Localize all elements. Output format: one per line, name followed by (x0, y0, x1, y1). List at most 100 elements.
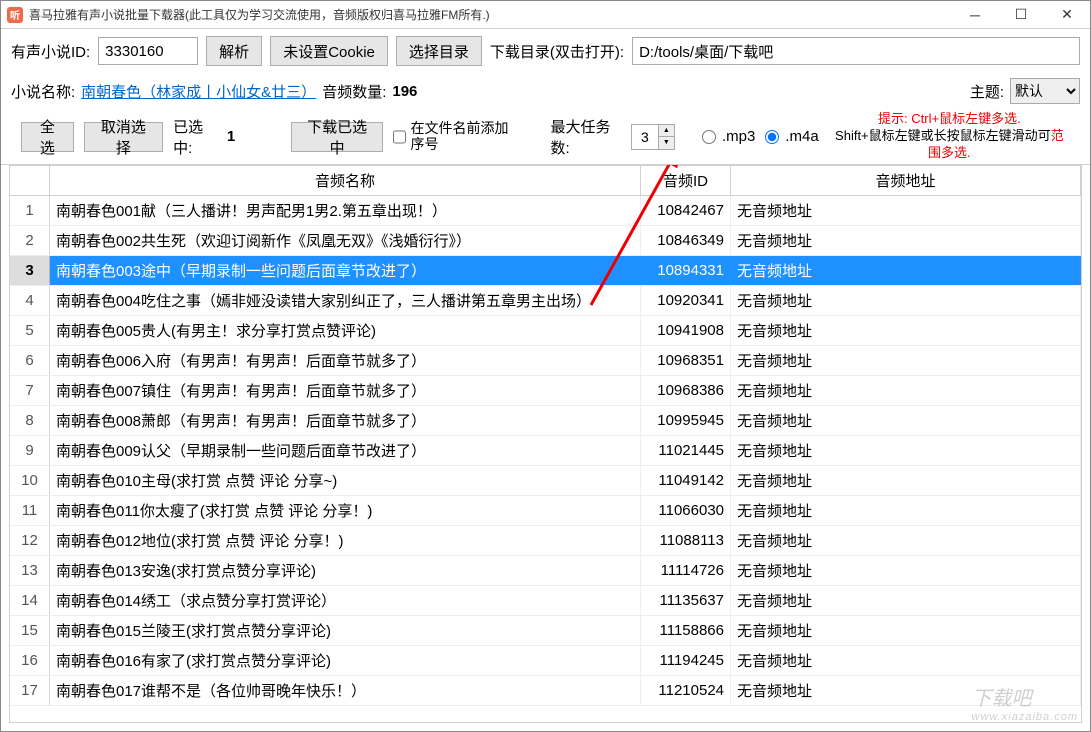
row-index: 17 (10, 676, 50, 705)
row-audio-url: 无音频地址 (731, 226, 1081, 255)
max-tasks-input[interactable] (632, 125, 658, 149)
row-audio-url: 无音频地址 (731, 496, 1081, 525)
row-index: 13 (10, 556, 50, 585)
maximize-button[interactable]: ☐ (998, 1, 1044, 28)
m4a-radio-input[interactable] (765, 130, 779, 144)
row-index: 4 (10, 286, 50, 315)
table-row[interactable]: 9南朝春色009认父（早期录制一些问题后面章节改进了）11021445无音频地址 (10, 436, 1081, 466)
table-row[interactable]: 7南朝春色007镇住（有男声！有男声！后面章节就多了）10968386无音频地址 (10, 376, 1081, 406)
row-audio-url: 无音频地址 (731, 376, 1081, 405)
app-icon: 听 (7, 7, 23, 23)
row-audio-name: 南朝春色004吃住之事（嫣非娅没读错大家别纠正了，三人播讲第五章男主出场） (50, 286, 641, 315)
row-audio-id: 11114726 (641, 556, 731, 585)
novel-id-input[interactable] (98, 37, 198, 65)
table-row[interactable]: 14南朝春色014绣工（求点赞分享打赏评论）11135637无音频地址 (10, 586, 1081, 616)
window-title: 喜马拉雅有声小说批量下载器(此工具仅为学习交流使用，音频版权归喜马拉雅FM所有.… (29, 6, 952, 23)
row-index: 2 (10, 226, 50, 255)
row-audio-id: 11049142 (641, 466, 731, 495)
row-audio-id: 10968386 (641, 376, 731, 405)
row-index: 8 (10, 406, 50, 435)
row-audio-id: 11210524 (641, 676, 731, 705)
theme-select[interactable]: 默认 (1010, 78, 1080, 104)
table-row[interactable]: 4南朝春色004吃住之事（嫣非娅没读错大家别纠正了，三人播讲第五章男主出场）10… (10, 286, 1081, 316)
row-audio-name: 南朝春色015兰陵王(求打赏点赞分享评论) (50, 616, 641, 645)
table-header: 音频名称 音频ID 音频地址 (10, 166, 1081, 196)
download-dir-label: 下载目录(双击打开): (490, 41, 624, 62)
table-row[interactable]: 3南朝春色003途中（早期录制一些问题后面章节改进了）10894331无音频地址 (10, 256, 1081, 286)
table-row[interactable]: 5南朝春色005贵人(有男主！求分享打赏点赞评论)10941908无音频地址 (10, 316, 1081, 346)
cookie-button[interactable]: 未设置Cookie (270, 36, 388, 66)
row-audio-name: 南朝春色016有家了(求打赏点赞分享评论) (50, 646, 641, 675)
row-audio-url: 无音频地址 (731, 286, 1081, 315)
table-row[interactable]: 1南朝春色001献（三人播讲！男声配男1男2.第五章出现！）10842467无音… (10, 196, 1081, 226)
parse-button[interactable]: 解析 (206, 36, 262, 66)
row-audio-url: 无音频地址 (731, 646, 1081, 675)
row-audio-name: 南朝春色013安逸(求打赏点赞分享评论) (50, 556, 641, 585)
mp3-label: .mp3 (722, 128, 755, 145)
table-row[interactable]: 13南朝春色013安逸(求打赏点赞分享评论)11114726无音频地址 (10, 556, 1081, 586)
row-audio-url: 无音频地址 (731, 466, 1081, 495)
table-body[interactable]: 1南朝春色001献（三人播讲！男声配男1男2.第五章出现！）10842467无音… (10, 196, 1081, 722)
deselect-button[interactable]: 取消选择 (84, 122, 163, 152)
select-all-button[interactable]: 全选 (21, 122, 74, 152)
row-index: 15 (10, 616, 50, 645)
col-audio-name[interactable]: 音频名称 (50, 166, 641, 195)
row-audio-name: 南朝春色014绣工（求点赞分享打赏评论） (50, 586, 641, 615)
row-index: 9 (10, 436, 50, 465)
mp3-radio-input[interactable] (702, 130, 716, 144)
novel-title-link[interactable]: 南朝春色（林家成丨小仙女&廿三） (81, 81, 316, 102)
table-row[interactable]: 11南朝春色011你太瘦了(求打赏 点赞 评论 分享！)11066030无音频地… (10, 496, 1081, 526)
prepend-seq-label: 在文件名前添加序号 (410, 121, 521, 152)
row-audio-url: 无音频地址 (731, 316, 1081, 345)
row-audio-name: 南朝春色017谁帮不是（各位帅哥晚年快乐！） (50, 676, 641, 705)
close-button[interactable]: ✕ (1044, 1, 1090, 28)
row-audio-name: 南朝春色005贵人(有男主！求分享打赏点赞评论) (50, 316, 641, 345)
max-tasks-spinner[interactable]: ▲ ▼ (631, 124, 675, 150)
table-row[interactable]: 6南朝春色006入府（有男声！有男声！后面章节就多了）10968351无音频地址 (10, 346, 1081, 376)
prepend-seq-input[interactable] (393, 130, 406, 144)
format-m4a-radio[interactable]: .m4a (765, 128, 818, 145)
audio-count-value: 196 (392, 83, 417, 100)
row-index: 11 (10, 496, 50, 525)
row-audio-url: 无音频地址 (731, 586, 1081, 615)
novel-name-label: 小说名称: (11, 81, 75, 102)
table-row[interactable]: 8南朝春色008萧郎（有男声！有男声！后面章节就多了）10995945无音频地址 (10, 406, 1081, 436)
row-audio-url: 无音频地址 (731, 556, 1081, 585)
m4a-label: .m4a (785, 128, 818, 145)
spinner-down-icon[interactable]: ▼ (658, 137, 674, 149)
row-audio-name: 南朝春色003途中（早期录制一些问题后面章节改进了） (50, 256, 641, 285)
audio-count-label: 音频数量: (322, 81, 386, 102)
row-index: 12 (10, 526, 50, 555)
table-row[interactable]: 16南朝春色016有家了(求打赏点赞分享评论)11194245无音频地址 (10, 646, 1081, 676)
row-audio-name: 南朝春色012地位(求打赏 点赞 评论 分享！) (50, 526, 641, 555)
download-selected-button[interactable]: 下载已选中 (291, 122, 384, 152)
spinner-up-icon[interactable]: ▲ (658, 125, 674, 138)
select-directory-button[interactable]: 选择目录 (396, 36, 482, 66)
table-row[interactable]: 10南朝春色010主母(求打赏 点赞 评论 分享~)11049142无音频地址 (10, 466, 1081, 496)
row-audio-id: 10842467 (641, 196, 731, 225)
row-audio-name: 南朝春色007镇住（有男声！有男声！后面章节就多了） (50, 376, 641, 405)
hint-text: 提示: Ctrl+鼠标左键多选. Shift+鼠标左键或长按鼠标左键滑动可范围多… (829, 111, 1070, 162)
col-audio-url[interactable]: 音频地址 (731, 166, 1081, 195)
col-index[interactable] (10, 166, 50, 195)
format-mp3-radio[interactable]: .mp3 (702, 128, 755, 145)
download-dir-input[interactable] (632, 37, 1080, 65)
minimize-button[interactable]: ─ (952, 1, 998, 28)
table-row[interactable]: 17南朝春色017谁帮不是（各位帅哥晚年快乐！）11210524无音频地址 (10, 676, 1081, 706)
prepend-seq-checkbox[interactable]: 在文件名前添加序号 (393, 121, 521, 152)
row-audio-id: 10920341 (641, 286, 731, 315)
table-row[interactable]: 15南朝春色015兰陵王(求打赏点赞分享评论)11158866无音频地址 (10, 616, 1081, 646)
row-index: 10 (10, 466, 50, 495)
row-audio-id: 10968351 (641, 346, 731, 375)
novel-id-label: 有声小说ID: (11, 41, 90, 62)
row-audio-url: 无音频地址 (731, 406, 1081, 435)
col-audio-id[interactable]: 音频ID (641, 166, 731, 195)
table-row[interactable]: 2南朝春色002共生死（欢迎订阅新作《凤凰无双》《浅婚衍行》）10846349无… (10, 226, 1081, 256)
row-index: 7 (10, 376, 50, 405)
row-index: 1 (10, 196, 50, 225)
table-row[interactable]: 12南朝春色012地位(求打赏 点赞 评论 分享！)11088113无音频地址 (10, 526, 1081, 556)
row-audio-url: 无音频地址 (731, 436, 1081, 465)
row-audio-id: 10894331 (641, 256, 731, 285)
row-audio-id: 10941908 (641, 316, 731, 345)
row-audio-id: 10846349 (641, 226, 731, 255)
